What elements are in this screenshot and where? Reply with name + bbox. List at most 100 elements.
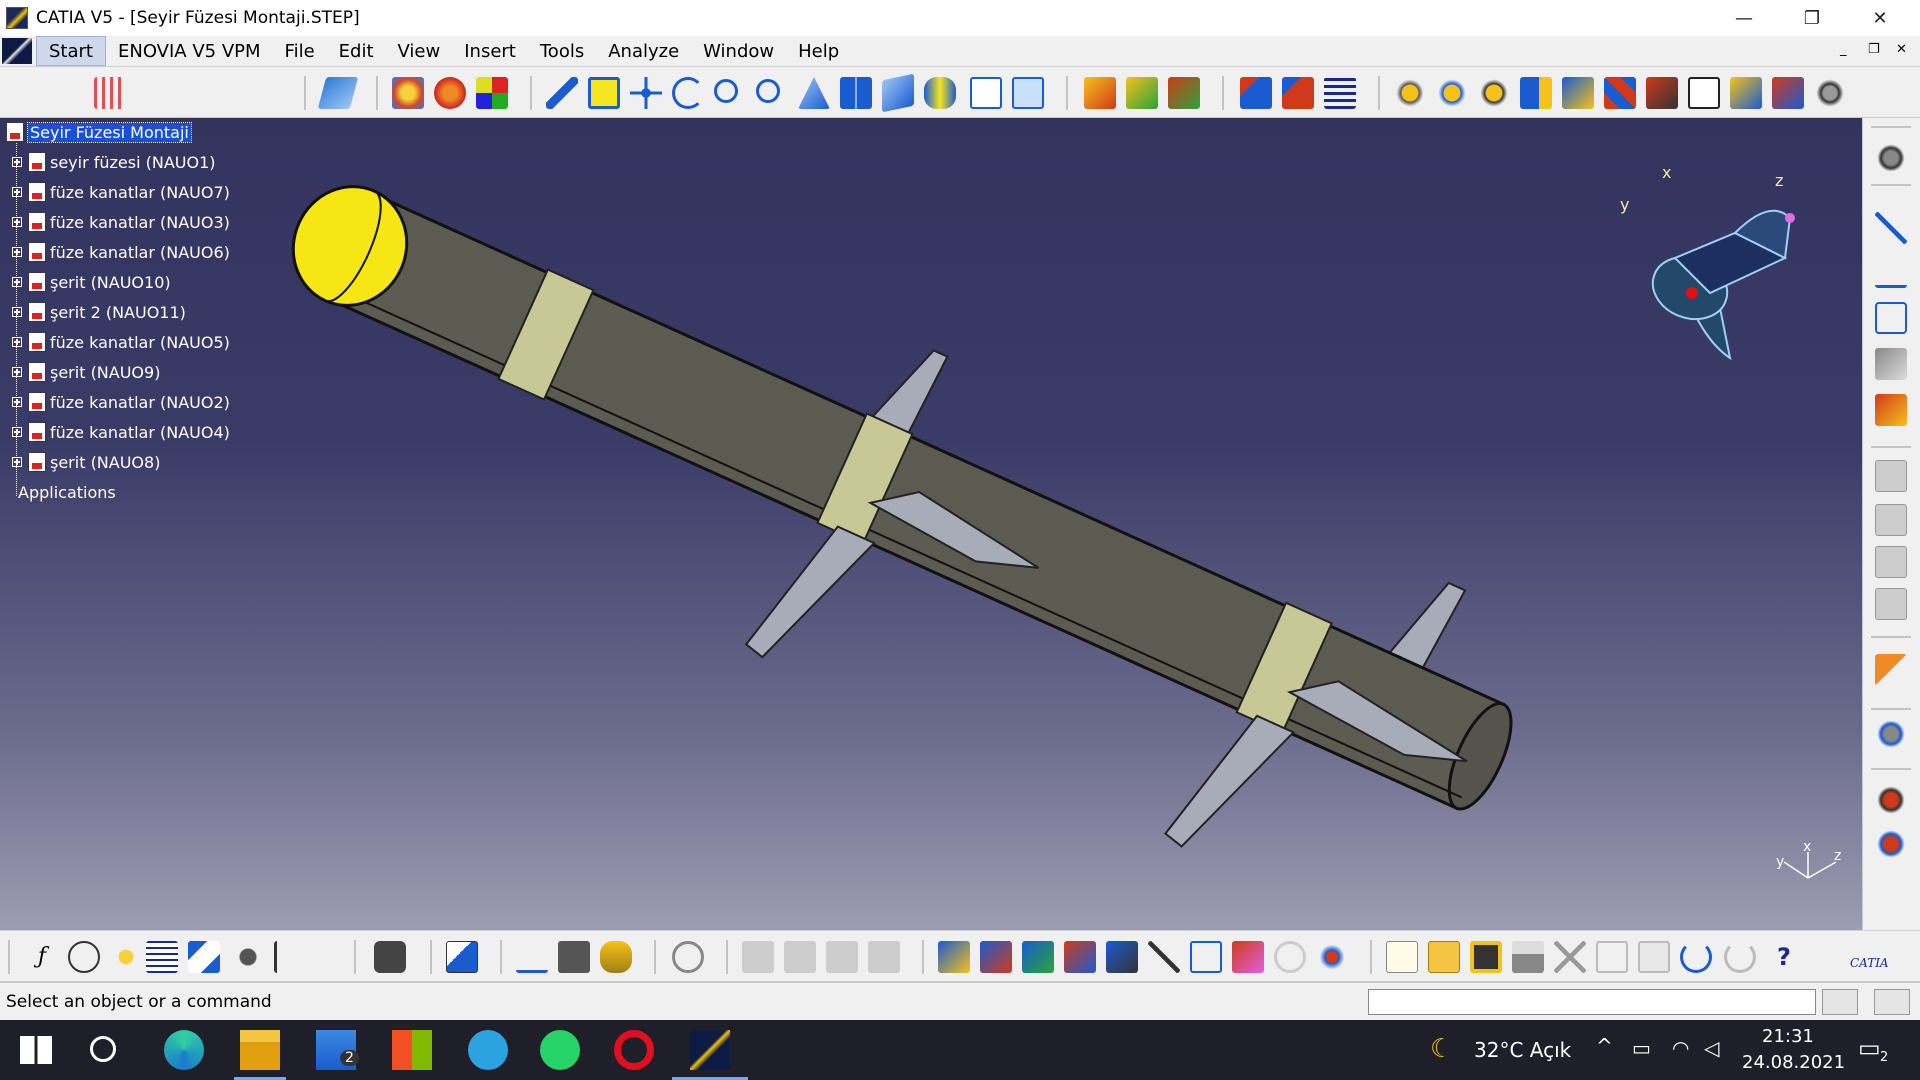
formula-icon[interactable]: ƒ [26, 941, 58, 973]
copy-icon[interactable] [1596, 941, 1628, 973]
sectioning-icon[interactable] [784, 941, 816, 973]
explode-icon[interactable] [1324, 77, 1356, 109]
menu-insert[interactable]: Insert [452, 36, 528, 66]
menu-file[interactable]: File [273, 36, 327, 66]
spec-tree-icon[interactable] [188, 941, 220, 973]
tree-item[interactable]: şerit (NAUO8) [12, 448, 160, 476]
expand-icon[interactable] [12, 187, 22, 197]
settings-gear-icon[interactable] [1814, 77, 1846, 109]
manipulation-icon[interactable] [1240, 77, 1272, 109]
expand-icon[interactable] [12, 427, 22, 437]
expand-icon[interactable] [12, 307, 22, 317]
cut-icon[interactable] [1554, 941, 1586, 973]
distance-icon[interactable] [826, 941, 858, 973]
settings-icon[interactable] [1875, 718, 1907, 750]
minimize-button[interactable]: — [1710, 0, 1778, 36]
angle-icon[interactable] [1106, 941, 1138, 973]
subassembly-icon[interactable] [1875, 504, 1907, 536]
power-input-button[interactable] [1874, 989, 1910, 1015]
sketch-tool-icon[interactable] [1875, 302, 1907, 334]
knowledge-icon[interactable] [1875, 828, 1907, 860]
pan-icon[interactable] [630, 77, 662, 109]
close-button[interactable]: ✕ [1846, 0, 1914, 36]
fly-mode-icon[interactable] [546, 77, 578, 109]
fit-all-icon[interactable] [588, 77, 620, 109]
swap-visible-icon[interactable] [1012, 77, 1044, 109]
clock-date[interactable]: 24.08.2021 [1742, 1052, 1845, 1073]
command-history-button[interactable] [1822, 989, 1858, 1015]
measure-icon[interactable] [1604, 77, 1636, 109]
print-icon[interactable] [1512, 941, 1544, 973]
clock-time[interactable]: 21:31 [1762, 1026, 1814, 1047]
store-icon[interactable] [392, 1030, 432, 1070]
zoom-in-icon[interactable] [714, 79, 738, 103]
tree-item[interactable]: şerit (NAUO10) [12, 268, 171, 296]
insert-product-icon[interactable] [1126, 77, 1158, 109]
table-icon[interactable] [146, 941, 178, 973]
new-icon[interactable] [1386, 941, 1418, 973]
fix-icon[interactable] [1148, 941, 1180, 973]
menu-tools[interactable]: Tools [528, 36, 596, 66]
expand-icon[interactable] [12, 277, 22, 287]
quick-constraint-icon[interactable] [1232, 941, 1264, 973]
windows-start-icon[interactable] [20, 1036, 52, 1064]
publish-icon[interactable] [1772, 77, 1804, 109]
material-icon[interactable] [1875, 348, 1907, 380]
menu-start[interactable]: Start [36, 36, 106, 66]
offset-icon[interactable] [1064, 941, 1096, 973]
expand-icon[interactable] [12, 397, 22, 407]
expand-icon[interactable] [12, 457, 22, 467]
mechanical-icon[interactable] [938, 941, 970, 973]
expand-icon[interactable] [12, 157, 22, 167]
catia-logo-icon[interactable] [2, 38, 32, 64]
flexible-icon[interactable] [1316, 941, 1348, 973]
clash-icon[interactable] [742, 941, 774, 973]
maximize-button[interactable]: ❐ [1778, 0, 1846, 36]
tree-item[interactable]: füze kanatlar (NAUO7) [12, 178, 230, 206]
reorder-icon[interactable] [1875, 588, 1907, 620]
tree-item[interactable]: füze kanatlar (NAUO6) [12, 238, 230, 266]
multi-view-icon[interactable] [840, 77, 872, 109]
weather-text[interactable]: 32°C Açık [1474, 1038, 1571, 1062]
catia-icon[interactable] [690, 1030, 730, 1070]
expand-icon[interactable] [12, 217, 22, 227]
replace-icon[interactable] [1875, 546, 1907, 578]
tree-item[interactable]: füze kanatlar (NAUO3) [12, 208, 230, 236]
existing-component-icon[interactable] [1168, 77, 1200, 109]
light-icon[interactable] [110, 941, 142, 973]
plane-icon[interactable] [317, 77, 359, 109]
tree-item[interactable]: füze kanatlar (NAUO4) [12, 418, 230, 446]
hide-show-icon[interactable] [970, 77, 1002, 109]
tree-applications[interactable]: Applications [18, 478, 116, 506]
volume-icon[interactable]: ◁ [1704, 1036, 1719, 1060]
sketch-icon[interactable] [434, 77, 466, 109]
group-icon[interactable] [1646, 77, 1678, 109]
snap-icon[interactable] [1282, 77, 1314, 109]
normal-view-icon[interactable] [798, 77, 830, 109]
command-input[interactable] [1368, 989, 1816, 1015]
part-body-icon[interactable] [392, 77, 424, 109]
redo-icon[interactable] [1724, 941, 1756, 973]
chevron-up-icon[interactable]: ^ [1596, 1034, 1613, 1058]
tree-root[interactable]: Seyir Füzesi Montaji [6, 118, 192, 146]
gear-icon[interactable] [1875, 142, 1907, 174]
menu-enovia[interactable]: ENOVIA V5 VPM [106, 36, 273, 66]
lock-icon[interactable] [232, 941, 264, 973]
menu-window[interactable]: Window [691, 36, 786, 66]
wifi-icon[interactable]: ◠ [1672, 1036, 1689, 1060]
select-arrow-icon[interactable] [1875, 654, 1907, 686]
text-icon[interactable] [1875, 256, 1907, 288]
fix-component-icon[interactable] [1520, 77, 1552, 109]
reuse-pattern-icon[interactable] [1274, 941, 1306, 973]
save-icon[interactable] [1470, 941, 1502, 973]
component-icon[interactable] [1875, 460, 1907, 492]
expand-icon[interactable] [12, 367, 22, 377]
expand-icon[interactable] [12, 337, 22, 347]
update-icon[interactable] [1394, 77, 1426, 109]
iso-view-icon[interactable] [882, 73, 914, 113]
rotate-icon[interactable] [672, 77, 704, 109]
undo-icon[interactable] [1680, 941, 1712, 973]
parameter-icon[interactable] [274, 941, 306, 973]
menu-help[interactable]: Help [786, 36, 851, 66]
search-icon[interactable] [90, 1036, 116, 1062]
